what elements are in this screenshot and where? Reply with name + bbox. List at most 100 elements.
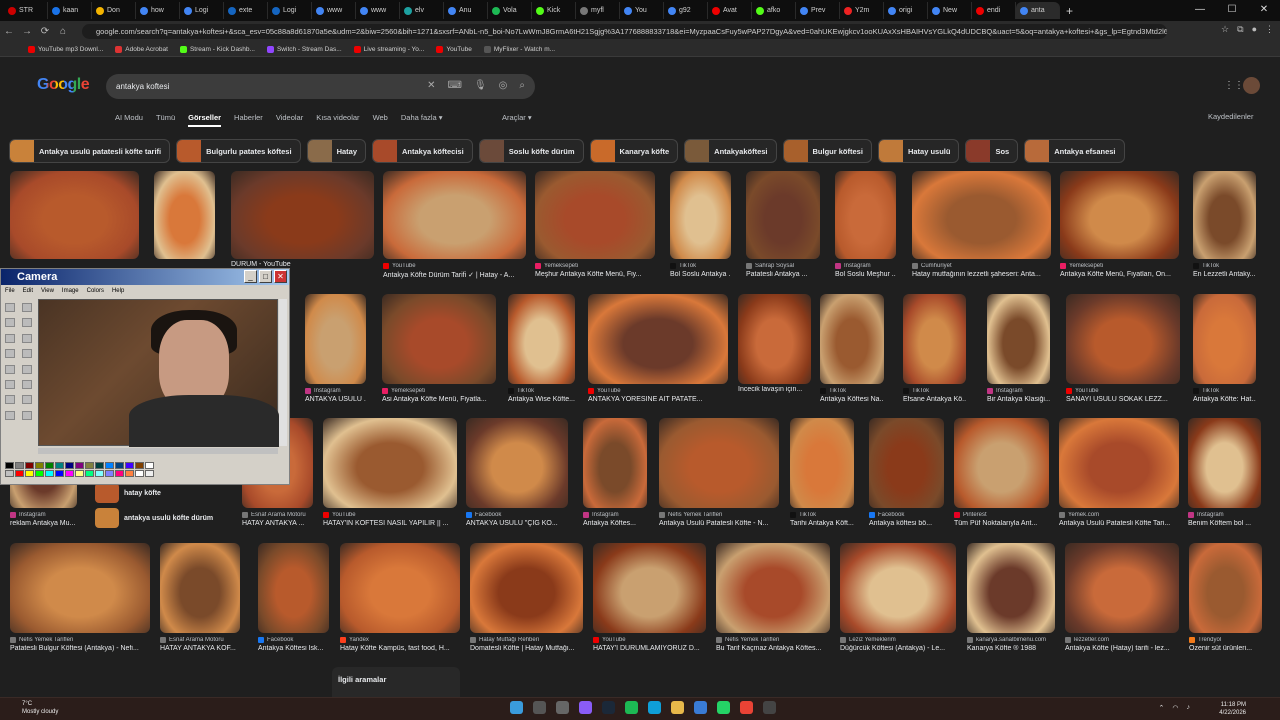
palette-swatch[interactable] bbox=[5, 462, 14, 469]
new-tab-icon[interactable]: + bbox=[1066, 4, 1073, 18]
result-source[interactable]: TikTok bbox=[1193, 388, 1256, 394]
edge-icon[interactable] bbox=[648, 701, 661, 714]
minimize-icon[interactable]: — bbox=[1184, 0, 1216, 21]
clear-icon[interactable]: ✕ bbox=[427, 80, 435, 91]
result-title[interactable]: Efsane Antakya Kö... bbox=[903, 396, 966, 403]
result-thumbnail[interactable] bbox=[903, 294, 966, 384]
image-result[interactable]: Instagram Benim Köftem bol ... bbox=[1188, 418, 1261, 527]
browser-tab[interactable]: New bbox=[928, 2, 972, 19]
result-source[interactable]: Instagram bbox=[305, 388, 366, 394]
paint-tool[interactable] bbox=[21, 364, 32, 374]
browser-tab[interactable]: how bbox=[136, 2, 180, 19]
chip-9[interactable]: Sos bbox=[965, 139, 1019, 163]
result-title[interactable]: Antakya Köfte Menü, Fiyatları, On... bbox=[1060, 271, 1179, 278]
result-source[interactable]: Facebook bbox=[466, 512, 568, 518]
result-thumbnail[interactable] bbox=[323, 418, 457, 508]
result-source[interactable]: lezzetler.com bbox=[1065, 637, 1179, 643]
chrome-icon[interactable] bbox=[740, 701, 753, 714]
paint-tool[interactable] bbox=[21, 303, 32, 312]
result-source[interactable]: Yemeksepeti bbox=[1060, 263, 1179, 269]
paint-tool[interactable] bbox=[5, 333, 15, 343]
palette-swatch[interactable] bbox=[85, 462, 94, 469]
result-thumbnail[interactable] bbox=[231, 171, 374, 259]
result-thumbnail[interactable] bbox=[670, 171, 731, 259]
google-logo[interactable]: Google bbox=[37, 76, 90, 94]
chip-4[interactable]: Soslu köfte dürüm bbox=[478, 139, 584, 163]
result-thumbnail[interactable] bbox=[466, 418, 568, 508]
image-result[interactable]: TikTok Antakya Wise Köfte... bbox=[508, 294, 575, 403]
result-source[interactable]: YouTube bbox=[593, 637, 706, 643]
result-source[interactable]: TikTok bbox=[790, 512, 854, 518]
image-result[interactable]: Instagram Antakya Köftes... bbox=[583, 418, 647, 527]
result-thumbnail[interactable] bbox=[987, 294, 1050, 384]
result-source[interactable]: Esnaf Arama Motoru bbox=[242, 512, 313, 518]
bookmark-item[interactable]: Live streaming - Yo... bbox=[353, 45, 424, 53]
result-source[interactable]: Facebook bbox=[869, 512, 944, 518]
result-source[interactable]: Trendyol bbox=[1189, 637, 1262, 643]
browser-tab[interactable]: Logi bbox=[180, 2, 224, 19]
search-input[interactable]: antakya koftesi bbox=[116, 82, 169, 91]
browser-tab[interactable]: You bbox=[620, 2, 664, 19]
chip-2[interactable]: Hatay bbox=[306, 139, 366, 163]
paint-tool[interactable] bbox=[21, 379, 32, 389]
image-result[interactable]: TikTok En Lezzetli Antaky... bbox=[1193, 171, 1256, 278]
result-title[interactable]: Patatesli Bulgur Köftesi (Antakya) - Nef… bbox=[10, 645, 150, 652]
bookmark-item[interactable]: MyFlixer - Watch m... bbox=[483, 45, 555, 53]
avatar[interactable] bbox=[1243, 77, 1260, 94]
result-thumbnail[interactable] bbox=[1060, 171, 1179, 259]
image-result[interactable]: Hatay Mutfağı Rehberi Domatesli Köfte | H… bbox=[470, 543, 583, 652]
palette-swatch[interactable] bbox=[65, 470, 74, 477]
camera-menu-item[interactable]: File bbox=[5, 285, 15, 297]
result-title[interactable]: En Lezzetli Antaky... bbox=[1193, 271, 1256, 278]
result-source[interactable]: Hatay Mutfağı Rehberi bbox=[470, 637, 583, 643]
palette-swatch[interactable] bbox=[35, 462, 44, 469]
result-thumbnail[interactable] bbox=[588, 294, 728, 384]
result-thumbnail[interactable] bbox=[508, 294, 575, 384]
palette-swatch[interactable] bbox=[55, 470, 64, 477]
result-title[interactable]: Patatesli Antakya ... bbox=[746, 271, 820, 278]
result-title[interactable]: HATAY ANTAKYA KÖF... bbox=[160, 645, 240, 652]
camera-window[interactable]: Camera _ □ ✕ File Edit View Image Colors Help bbox=[0, 268, 290, 485]
result-thumbnail[interactable] bbox=[790, 418, 854, 508]
palette-swatch[interactable] bbox=[95, 470, 104, 477]
bookmark-item[interactable]: YouTube bbox=[436, 45, 472, 53]
result-title[interactable]: SANAYİ USULÜ SOKAK LEZZ... bbox=[1066, 396, 1180, 403]
image-result[interactable]: Yandex Hatay Köfte Kampüs, fast food, H..… bbox=[340, 543, 460, 652]
paint-tool[interactable] bbox=[21, 333, 32, 343]
result-title[interactable]: Özenir süt ürünleri... bbox=[1189, 645, 1262, 652]
image-result[interactable]: TikTok Tarihi Antakya Köft... bbox=[790, 418, 854, 527]
result-thumbnail[interactable] bbox=[340, 543, 460, 633]
browser-tab[interactable]: endi bbox=[972, 2, 1016, 19]
paint-tool[interactable] bbox=[5, 318, 15, 328]
browser-tab[interactable]: elv bbox=[400, 2, 444, 19]
clock[interactable]: 11:18 PM 4/22/2026 bbox=[1219, 701, 1246, 717]
result-source[interactable]: Instagram bbox=[987, 388, 1050, 394]
result-source[interactable]: Yemeksepeti bbox=[382, 388, 496, 394]
image-result[interactable]: Facebook Antakya Köftesi İsk... bbox=[258, 543, 329, 652]
palette-swatch[interactable] bbox=[145, 470, 154, 477]
filter-tab[interactable]: Kısa videolar bbox=[316, 113, 359, 127]
image-result[interactable]: Facebook Antakya köftesi bö... bbox=[869, 418, 944, 527]
result-title[interactable]: Hatay Köfte Kampüs, fast food, H... bbox=[340, 645, 460, 652]
palette-swatch[interactable] bbox=[125, 470, 134, 477]
result-title[interactable]: Antakya Köfte Dürüm Tarifi ✓ | Hatay - A… bbox=[383, 271, 526, 279]
result-title[interactable]: Antakya Köftesi İsk... bbox=[258, 645, 329, 652]
image-result[interactable]: Pinterest Tüm Püf Noktalarıyla Ant... bbox=[954, 418, 1049, 527]
result-source[interactable]: TikTok bbox=[903, 388, 966, 394]
browser-tab[interactable]: exte bbox=[224, 2, 268, 19]
result-thumbnail[interactable] bbox=[1189, 543, 1262, 633]
palette-swatch[interactable] bbox=[105, 462, 114, 469]
chip-5[interactable]: Kanarya köfte bbox=[589, 139, 679, 163]
paint-tool[interactable] bbox=[5, 379, 15, 389]
browser-tab[interactable]: origi bbox=[884, 2, 928, 19]
result-thumbnail[interactable] bbox=[1059, 418, 1179, 508]
result-source[interactable]: Sahrap Soysal bbox=[746, 263, 820, 269]
bookmark-star-icon[interactable]: ☆ bbox=[1221, 24, 1229, 35]
result-thumbnail[interactable] bbox=[383, 171, 526, 259]
palette-swatch[interactable] bbox=[15, 470, 24, 477]
image-result[interactable]: Sahrap Soysal Patatesli Antakya ... bbox=[746, 171, 820, 278]
result-title[interactable]: Bir Antakya Klasiği... bbox=[987, 396, 1050, 403]
chip-1[interactable]: Bulgurlu patates köftesi bbox=[176, 139, 301, 163]
result-source[interactable]: Instagram bbox=[1188, 512, 1261, 518]
filter-tab[interactable]: Daha fazla ▾ bbox=[401, 113, 443, 127]
